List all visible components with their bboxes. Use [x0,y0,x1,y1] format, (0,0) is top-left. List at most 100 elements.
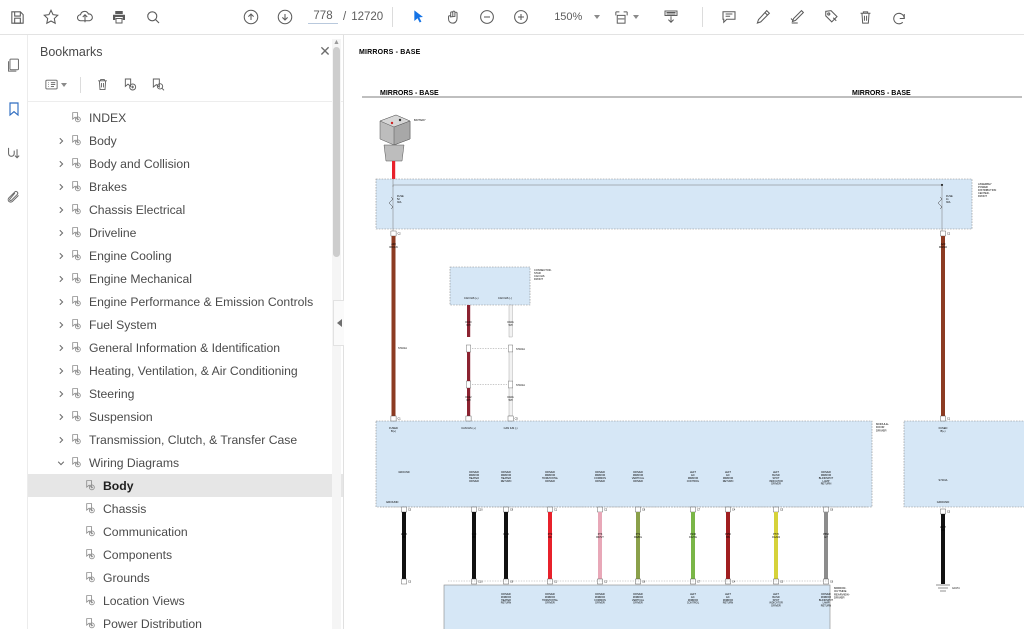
bookmark-item[interactable]: Steering [28,382,343,405]
bookmark-item[interactable]: Power Distribution [28,612,343,629]
zoom-out-icon[interactable] [470,2,504,32]
splice-right-0 [508,344,513,353]
bookmark-item[interactable]: Brakes [28,175,343,198]
chevron-right-icon[interactable] [54,275,68,283]
bookmark-item[interactable]: Driveline [28,221,343,244]
printer-icon[interactable] [102,2,136,32]
page-up-icon[interactable] [234,2,268,32]
chevron-right-icon[interactable] [54,183,68,191]
port-wire-8 [774,512,778,579]
chevron-right-icon[interactable] [54,413,68,421]
list-options-icon[interactable] [38,73,72,97]
toolbar-view-group: 150% [402,2,688,32]
chevron-right-icon[interactable] [54,321,68,329]
bookmark-tree[interactable]: INDEX Body Body and Collision Brakes Chassis… [28,102,343,629]
bookmark-item[interactable]: Chassis Electrical [28,198,343,221]
module-port-label: DRIVER MIRROR COMMON DRIVER [594,470,606,483]
bookmarks-toolbar-divider [80,76,81,93]
module-port-6-pin: C7 [697,509,701,512]
page-down-icon[interactable] [268,2,302,32]
delete-bookmark-icon[interactable] [89,73,115,97]
module-fused-b-right-pin: C1 [947,418,951,421]
wire-a20 [941,236,945,416]
page-number-input[interactable] [308,10,338,24]
chevron-right-icon[interactable] [54,390,68,398]
stamp-icon[interactable] [814,2,848,32]
bookmark-item[interactable]: Communication [28,520,343,543]
module-fused-b-left-pin: C1 [398,418,402,421]
freehand-icon[interactable] [780,2,814,32]
bookmark-page-icon [82,525,99,538]
comment-icon[interactable] [712,2,746,32]
chevron-right-icon[interactable] [54,252,68,260]
zoom-in-icon[interactable] [504,2,538,32]
hand-icon[interactable] [436,2,470,32]
trash-icon[interactable] [848,2,882,32]
star-icon[interactable] [34,2,68,32]
chevron-right-icon[interactable] [54,206,68,214]
bookmark-item[interactable]: Components [28,543,343,566]
edit-bookmark-icon[interactable] [145,73,171,97]
chevron-right-icon[interactable] [54,436,68,444]
undo-icon[interactable] [882,2,916,32]
bookmark-page-icon [68,433,85,446]
diagram-title-left: MIRRORS - BASE [380,90,439,97]
attachments-icon[interactable] [2,185,26,209]
chevron-right-icon[interactable] [54,367,68,375]
bookmark-item[interactable]: Body and Collision [28,152,343,175]
bookmark-item[interactable]: INDEX [28,106,343,129]
bookmark-item[interactable]: General Information & Identification [28,336,343,359]
bookmark-page-icon [82,502,99,515]
bookmark-item[interactable]: Suspension [28,405,343,428]
pen-icon[interactable] [746,2,780,32]
cursor-icon[interactable] [402,2,436,32]
chevron-right-icon[interactable] [54,137,68,145]
bookmark-item[interactable]: Body [28,474,343,497]
chevron-right-icon[interactable] [54,229,68,237]
bookmark-item[interactable]: Body [28,129,343,152]
signature-icon[interactable] [2,141,26,165]
scroll-up-arrow[interactable]: ▲ [332,39,341,46]
module-port-1-connector [471,506,477,513]
save-icon[interactable] [0,2,34,32]
chevron-right-icon[interactable] [54,160,68,168]
port-wire-label-2: C160 BK [503,533,510,539]
wire-d102-label: D102 WH [466,396,473,402]
ground-right-wire [941,514,945,584]
bookmark-item[interactable]: Wiring Diagrams [28,451,343,474]
bookmark-item[interactable]: Grounds [28,566,343,589]
cloud-upload-icon[interactable] [68,2,102,32]
bookmark-item[interactable]: Heating, Ventilation, & Air Conditioning [28,359,343,382]
port-wire-7 [726,512,730,579]
scroll-mode-icon[interactable] [654,2,688,32]
fit-page-icon[interactable] [606,2,646,32]
chevron-down-icon[interactable] [54,459,68,467]
bookmark-item[interactable]: Location Views [28,589,343,612]
bookmark-page-icon [82,479,99,492]
document-viewer[interactable]: MIRRORS - BASE MIRRORS - BASE MIRRORS - B… [344,35,1024,629]
bookmark-item[interactable]: Transmission, Clutch, & Transfer Case [28,428,343,451]
bookmark-item[interactable]: Engine Mechanical [28,267,343,290]
battery-label: BATTERY [414,118,426,122]
bookmark-item[interactable]: Engine Cooling [28,244,343,267]
bookmark-item[interactable]: Engine Performance & Emission Controls [28,290,343,313]
bookmarks-icon[interactable] [2,97,26,121]
chevron-right-icon[interactable] [54,298,68,306]
zoom-level-select[interactable]: 150% [548,11,606,23]
star-connector-box [449,266,531,306]
bookmark-page-icon [68,180,85,193]
chevron-right-icon[interactable] [54,344,68,352]
can-hi-wire-bot [467,388,471,416]
thumbnails-icon[interactable] [2,53,26,77]
bookmark-item[interactable]: Chassis [28,497,343,520]
add-bookmark-icon[interactable] [117,73,143,97]
ground-right-id: G0174 [952,587,960,590]
bookmark-item-label: General Information & Identification [89,340,281,355]
module-right-box [903,420,1024,508]
bookmark-item[interactable]: Fuel System [28,313,343,336]
module-port-5-pin: C8 [642,509,646,512]
scrollbar-thumb[interactable] [333,47,340,257]
panel-collapse-handle[interactable] [333,300,344,346]
bookmarks-panel: Bookmarks ✕ INDEX Body Body and Collisio… [28,35,344,629]
search-icon[interactable] [136,2,170,32]
